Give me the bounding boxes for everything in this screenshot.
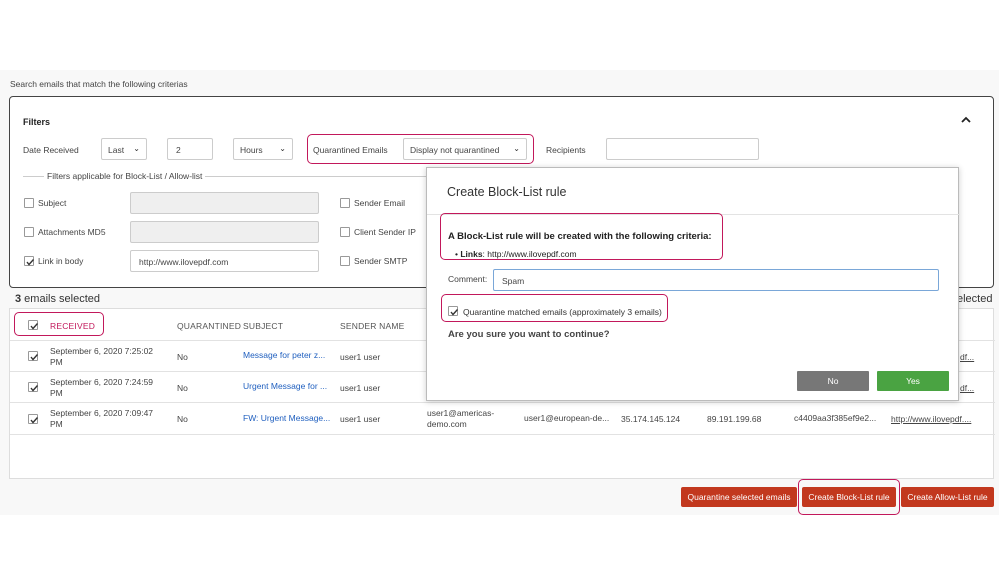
row-divider — [10, 434, 995, 435]
links-value: : http://www.ilovepdf.com — [482, 249, 577, 259]
sender-email-checkbox[interactable] — [340, 198, 350, 208]
checkmark-icon — [30, 417, 39, 424]
checkmark-icon — [450, 309, 459, 316]
received-date: September 6, 2020 7:09:47 — [50, 408, 154, 418]
comment-label: Comment: — [448, 274, 488, 284]
unit-select-value: Hours — [240, 145, 263, 155]
create-allow-list-button[interactable]: Create Allow-List rule — [901, 487, 994, 507]
link-label: Link in body — [38, 256, 84, 266]
criteria-intro: A Block-List rule will be created with t… — [448, 231, 712, 242]
attachments-input[interactable] — [130, 221, 319, 243]
attachments-checkbox[interactable] — [24, 227, 34, 237]
date-received-label: Date Received — [23, 145, 79, 155]
sender-email-cell: user1@americas-demo.com — [427, 408, 494, 430]
link-cell[interactable]: df... — [960, 352, 974, 363]
row-checkbox[interactable] — [28, 414, 39, 424]
selected-count: 3 emails selected — [15, 293, 100, 305]
subject-link[interactable]: FW: Urgent Message... — [243, 413, 330, 424]
links-key: Links — [460, 249, 483, 259]
link-checkbox[interactable] — [24, 256, 35, 266]
dialog-title: Create Block-List rule — [447, 185, 567, 199]
link-cell[interactable]: http://www.ilovepdf.... — [891, 414, 971, 425]
search-hint: Search emails that match the following c… — [10, 79, 188, 89]
filters-title: Filters — [23, 117, 51, 127]
quarantined-cell: No — [177, 352, 188, 362]
comment-input[interactable]: Spam — [493, 269, 939, 291]
client-ip-cell: 35.174.145.124 — [621, 414, 681, 424]
received-cell: September 6, 2020 7:25:02 PM — [50, 346, 153, 368]
recipients-label: Recipients — [546, 145, 586, 155]
sender-smtp-checkbox[interactable] — [340, 256, 350, 266]
received-cell: September 6, 2020 7:09:47 PM — [50, 408, 153, 430]
quarantine-selected-button[interactable]: Quarantine selected emails — [681, 487, 797, 507]
subject-header[interactable]: SUBJECT — [243, 321, 283, 331]
sender-smtp-label: Sender SMTP — [354, 256, 408, 266]
received-ampm: PM — [50, 419, 63, 429]
md5-cell: c4409aa3f385ef9e2... — [794, 413, 877, 423]
received-header[interactable]: RECEIVED — [50, 321, 95, 331]
selected-count-right: elected — [957, 293, 993, 305]
subject-checkbox[interactable] — [24, 198, 34, 208]
sender-name-header[interactable]: SENDER NAME — [340, 321, 405, 331]
chevron-down-icon: ⌄ — [279, 144, 286, 153]
unit-select[interactable]: Hours ⌄ — [233, 138, 293, 160]
row-divider — [10, 402, 995, 403]
row-checkbox[interactable] — [28, 351, 39, 361]
received-cell: September 6, 2020 7:24:59 PM — [50, 377, 153, 399]
quarantine-matched-label: Quarantine matched emails (approximately… — [463, 307, 662, 317]
criteria-links: • Links: http://www.ilovepdf.com — [455, 249, 577, 259]
quarantined-select-value: Display not quarantined — [410, 145, 500, 155]
quarantine-matched-checkbox[interactable] — [448, 306, 459, 316]
confirm-question: Are you sure you want to continue? — [448, 329, 610, 340]
link-input[interactable]: http://www.ilovepdf.com — [130, 250, 319, 272]
row-checkbox[interactable] — [28, 382, 39, 392]
subject-label: Subject — [38, 198, 67, 208]
select-all-checkbox[interactable] — [28, 320, 39, 330]
sender-name-cell: user1 user — [340, 383, 381, 393]
recipients-input[interactable] — [606, 138, 759, 160]
section-label: Filters applicable for Block-List / Allo… — [44, 171, 206, 181]
checkmark-icon — [30, 323, 39, 330]
sender-name-cell: user1 user — [340, 352, 381, 362]
quarantined-select[interactable]: Display not quarantined ⌄ — [403, 138, 527, 160]
quarantined-label: Quarantined Emails — [313, 145, 388, 155]
period-select[interactable]: Last ⌄ — [101, 138, 147, 160]
sender-email-line2: demo.com — [427, 419, 467, 429]
sender-email-line1: user1@americas- — [427, 408, 495, 418]
attachments-label: Attachments MD5 — [38, 227, 106, 237]
create-block-list-button[interactable]: Create Block-List rule — [802, 487, 896, 507]
client-sender-ip-checkbox[interactable] — [340, 227, 350, 237]
selected-count-label: emails selected — [21, 293, 100, 305]
received-ampm: PM — [50, 357, 63, 367]
subject-link[interactable]: Message for peter z... — [243, 350, 325, 361]
subject-link[interactable]: Urgent Message for ... — [243, 381, 327, 392]
chevron-down-icon: ⌄ — [513, 144, 520, 153]
received-date: September 6, 2020 7:25:02 — [50, 346, 154, 356]
received-ampm: PM — [50, 388, 63, 398]
yes-button[interactable]: Yes — [877, 371, 949, 391]
sender-email-label: Sender Email — [354, 198, 406, 208]
client-sender-ip-label: Client Sender IP — [354, 227, 416, 237]
sender-name-cell: user1 user — [340, 414, 381, 424]
checkmark-icon — [30, 354, 39, 361]
link-cell[interactable]: df... — [960, 383, 974, 394]
period-value-input[interactable]: 2 — [167, 138, 213, 160]
subject-input[interactable] — [130, 192, 319, 214]
no-button[interactable]: No — [797, 371, 869, 391]
quarantined-header[interactable]: QUARANTINED — [177, 321, 241, 331]
checkmark-icon — [30, 385, 39, 392]
create-block-list-dialog: Create Block-List rule A Block-List rule… — [426, 167, 960, 401]
smtp-ip-cell: 89.191.199.68 — [707, 414, 762, 424]
period-select-value: Last — [108, 145, 125, 155]
received-date: September 6, 2020 7:24:59 — [50, 377, 154, 387]
quarantined-cell: No — [177, 383, 188, 393]
checkmark-icon — [26, 259, 35, 266]
chevron-down-icon: ⌄ — [133, 144, 140, 153]
recipient-cell: user1@european-de... — [524, 413, 610, 423]
chevron-up-icon[interactable] — [960, 114, 972, 126]
quarantined-cell: No — [177, 414, 188, 424]
